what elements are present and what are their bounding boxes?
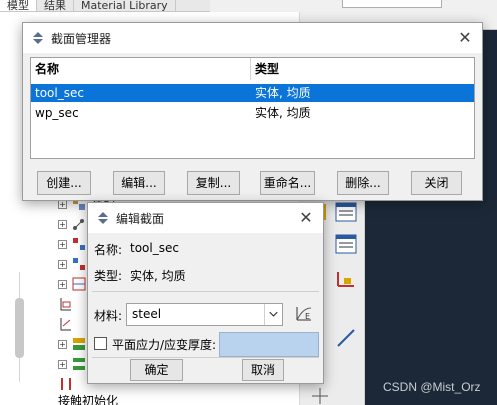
- close-icon[interactable]: ✕: [456, 29, 474, 47]
- delete-button[interactable]: 删除...: [337, 171, 389, 195]
- history-output-icon: [73, 258, 85, 270]
- adaptive-icon: [72, 277, 86, 291]
- tree-item-history-output[interactable]: +: [58, 254, 87, 274]
- orientation-icon[interactable]: [334, 266, 358, 290]
- expand-icon[interactable]: +: [58, 279, 67, 289]
- tree-item-label: 接触初始化: [58, 393, 119, 405]
- table-row[interactable]: tool_sec 实体, 均质: [31, 84, 474, 102]
- section-manager-body: 名称 类型 tool_sec 实体, 均质 wp_sec 实体, 均质 创建..…: [23, 53, 482, 200]
- tree-item-interactions[interactable]: [58, 294, 74, 314]
- rename-button[interactable]: 重命名...: [260, 171, 315, 195]
- edit-section-titlebar[interactable]: 编辑截面 ✕: [88, 203, 323, 233]
- edit-button[interactable]: 编辑...: [113, 171, 165, 195]
- close-button[interactable]: 关闭: [411, 171, 462, 195]
- svg-text:E: E: [305, 312, 310, 321]
- thickness-input[interactable]: [219, 332, 319, 357]
- expand-icon[interactable]: +: [58, 239, 67, 249]
- expand-icon[interactable]: +: [58, 259, 67, 269]
- interactions-icon: [60, 298, 71, 311]
- tree-item-connectors[interactable]: +: [58, 354, 87, 374]
- material-value: steel: [132, 307, 162, 321]
- dialog-title: 编辑截面: [116, 211, 165, 226]
- tree-item-steps[interactable]: +: [58, 214, 87, 234]
- section-type: 实体, 均质: [255, 86, 311, 100]
- table-row[interactable]: wp_sec 实体, 均质: [31, 104, 474, 122]
- tab-material-library[interactable]: Material Library: [74, 0, 176, 11]
- section-name: wp_sec: [35, 106, 79, 120]
- material-select[interactable]: steel: [126, 303, 283, 326]
- column-header-name[interactable]: 名称: [31, 58, 251, 80]
- section-manager-titlebar[interactable]: 截面管理器 ✕: [23, 23, 482, 53]
- column-header-type[interactable]: 类型: [251, 58, 474, 80]
- tree-item-adaptive-mesh[interactable]: +: [58, 274, 87, 294]
- section-manager-icon[interactable]: [334, 200, 358, 224]
- tree-item-field-output[interactable]: +: [58, 234, 87, 254]
- edit-section-dialog: 编辑截面 ✕ 名称: tool_sec 类型: 实体, 均质 材料: steel…: [87, 202, 324, 384]
- section-manager-dialog: 截面管理器 ✕ 名称 类型 tool_sec 实体, 均质 wp_sec 实体,…: [22, 22, 483, 201]
- properties-icon: [60, 318, 71, 331]
- separator: [92, 357, 319, 358]
- separator: [92, 291, 319, 292]
- name-value: tool_sec: [130, 241, 179, 255]
- steps-icon: [73, 219, 84, 230]
- plane-stress-checkbox[interactable]: [94, 337, 107, 350]
- dialog-title: 截面管理器: [51, 31, 112, 46]
- section-type: 实体, 均质: [255, 106, 311, 120]
- tree-item-constraints[interactable]: +: [58, 334, 87, 354]
- constraints-icon: [73, 338, 85, 350]
- edit-section-body: 名称: tool_sec 类型: 实体, 均质 材料: steel E 平面应力…: [88, 233, 323, 383]
- abaqus-icon: [33, 32, 43, 44]
- expand-icon[interactable]: +: [58, 339, 67, 349]
- chevron-down-icon[interactable]: [264, 304, 282, 325]
- section-name: tool_sec: [35, 86, 84, 100]
- copy-button[interactable]: 复制...: [187, 171, 240, 195]
- plane-stress-label: 平面应力/应变厚度:: [112, 338, 217, 352]
- name-label: 名称:: [94, 243, 123, 257]
- beam-orientation-icon[interactable]: [334, 326, 358, 350]
- tree-item-properties[interactable]: [58, 314, 74, 334]
- expand-icon[interactable]: +: [58, 359, 67, 369]
- create-button[interactable]: 创建...: [37, 171, 91, 195]
- profile-manager-icon[interactable]: [334, 232, 358, 256]
- module-tabs: 模型 结果 Material Library: [0, 0, 210, 12]
- tab-results[interactable]: 结果: [37, 0, 74, 11]
- tab-model[interactable]: 模型: [0, 0, 37, 11]
- cancel-button[interactable]: 取消: [242, 359, 284, 381]
- skin-icon[interactable]: [308, 384, 332, 405]
- watermark: CSDN @Mist_Orz: [383, 380, 481, 394]
- create-material-icon[interactable]: E: [294, 303, 314, 323]
- connectors-icon: [73, 358, 85, 370]
- tree-scrollbar[interactable]: [15, 298, 24, 358]
- expand-icon[interactable]: +: [58, 219, 67, 229]
- sections-table: 名称 类型 tool_sec 实体, 均质 wp_sec 实体, 均质: [30, 57, 475, 159]
- type-label: 类型:: [94, 269, 123, 283]
- close-icon[interactable]: ✕: [297, 209, 315, 227]
- ok-button[interactable]: 确定: [130, 359, 183, 381]
- material-label: 材料:: [94, 309, 123, 323]
- field-output-icon: [73, 238, 85, 250]
- context-field[interactable]: [342, 0, 442, 8]
- abaqus-icon: [98, 212, 108, 224]
- tree-item-contact-init[interactable]: 接触初始化: [58, 390, 118, 405]
- type-value: 实体, 均质: [130, 269, 186, 283]
